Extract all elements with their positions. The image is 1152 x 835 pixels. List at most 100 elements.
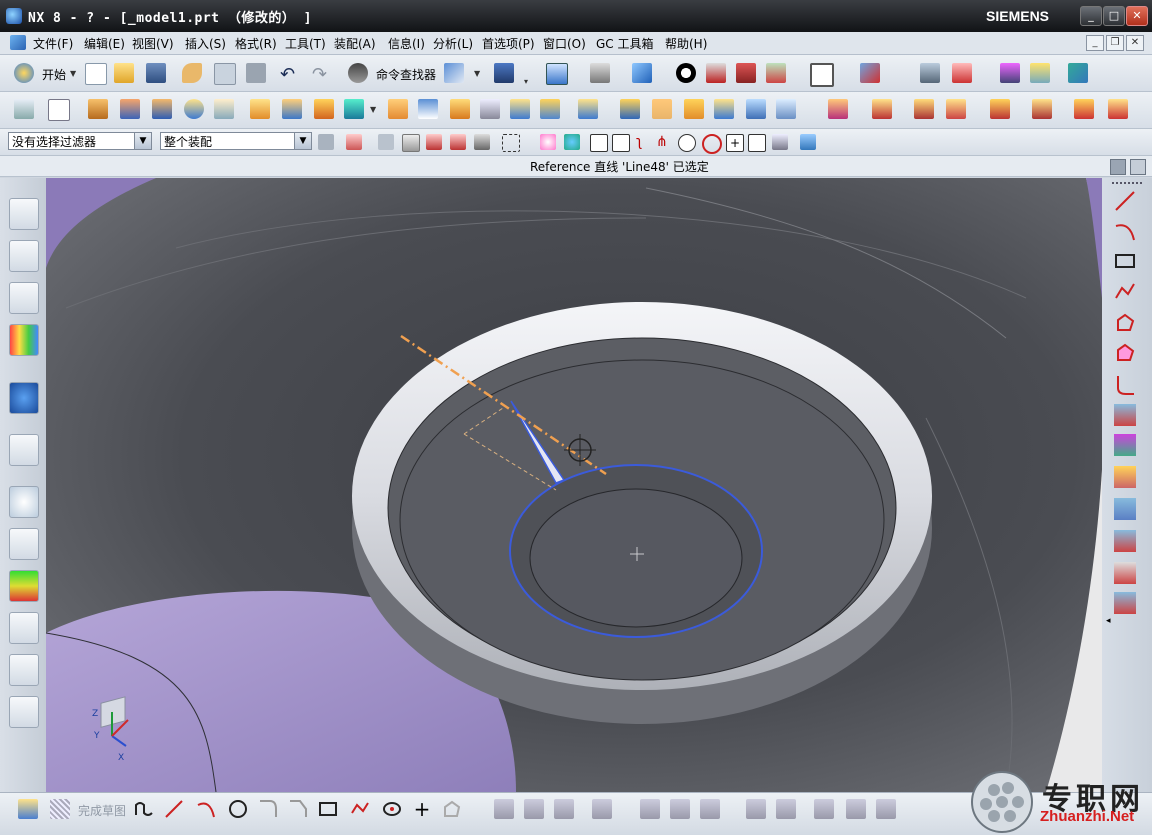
quick-pick-icon[interactable] — [474, 134, 490, 150]
offset-face-icon[interactable] — [578, 99, 598, 119]
filter-settings-icon[interactable] — [318, 134, 334, 150]
extend-curve-icon[interactable] — [1114, 530, 1136, 552]
binoculars-icon[interactable] — [348, 63, 368, 83]
redo-icon[interactable]: ↷ — [312, 64, 327, 85]
status-expand-icon[interactable] — [1130, 159, 1146, 175]
layer-cube-icon[interactable] — [766, 63, 786, 83]
sketch-task-icon[interactable] — [18, 799, 38, 819]
mirror-curve-icon[interactable] — [1114, 498, 1136, 520]
undo-icon[interactable]: ↶ — [280, 64, 295, 85]
menu-insert[interactable]: 插入(S) — [185, 35, 226, 52]
paste-icon[interactable] — [246, 63, 266, 83]
dropdown-arrow-icon[interactable]: ▼ — [474, 69, 480, 78]
command-finder-button[interactable]: 命令查找器 — [376, 66, 436, 83]
line-icon[interactable] — [164, 799, 184, 819]
point-on-curve-icon[interactable] — [748, 134, 766, 152]
show-hidden-icon[interactable] — [450, 134, 466, 150]
circle-icon[interactable] — [228, 799, 248, 819]
datum-plane-icon[interactable] — [48, 99, 70, 121]
toolbar-grip[interactable] — [1112, 182, 1142, 186]
wcs-icon[interactable] — [952, 63, 972, 83]
shell-icon[interactable] — [510, 99, 530, 119]
thicken-icon[interactable] — [776, 99, 796, 119]
hd3d-tools-icon[interactable] — [9, 382, 39, 414]
nx-logo-icon[interactable] — [6, 8, 22, 24]
curve-snap-icon[interactable]: ʅ — [636, 134, 652, 150]
system-scene-icon[interactable] — [9, 696, 39, 728]
menu-analysis[interactable]: 分析(L) — [433, 35, 473, 52]
copy-icon[interactable] — [214, 63, 236, 85]
process-studio-icon[interactable] — [9, 570, 39, 602]
plus-icon[interactable]: + — [412, 799, 432, 819]
profile-icon[interactable] — [134, 799, 154, 819]
save-icon[interactable] — [146, 63, 166, 83]
background-icon[interactable] — [676, 63, 696, 83]
display-mode-icon[interactable] — [860, 63, 880, 83]
draft-icon[interactable] — [540, 99, 560, 119]
angle-snap-icon[interactable]: ⋔ — [656, 134, 672, 150]
trim-curve-icon[interactable] — [1114, 466, 1136, 488]
status-toggle-icon[interactable] — [1110, 159, 1126, 175]
groove-icon[interactable] — [314, 99, 334, 119]
menu-assembly[interactable]: 装配(A) — [334, 35, 376, 52]
fillet-icon[interactable] — [1114, 374, 1136, 396]
extrude-icon[interactable] — [88, 99, 108, 119]
arc-icon[interactable] — [196, 799, 216, 819]
menu-tools[interactable]: 工具(T) — [285, 35, 326, 52]
app-menu-icon[interactable] — [10, 35, 26, 50]
menu-gc-toolbox[interactable]: GC 工具箱 — [596, 35, 654, 52]
reuse-library-icon[interactable] — [9, 324, 39, 356]
continuous-auto-dim-icon[interactable] — [876, 799, 896, 819]
motion-icon[interactable] — [1068, 63, 1088, 83]
start-icon[interactable] — [14, 63, 34, 83]
start-dropdown-icon[interactable]: ▼ — [70, 69, 76, 78]
feature-select-icon[interactable] — [346, 134, 362, 150]
fit-view-icon[interactable] — [546, 63, 568, 85]
chamfer-icon[interactable] — [288, 799, 308, 819]
midpoint-snap-icon[interactable] — [564, 134, 580, 150]
corner-icon[interactable] — [1114, 562, 1136, 584]
close-button[interactable]: ✕ — [1126, 6, 1148, 26]
unite-icon[interactable] — [344, 99, 364, 119]
point-icon[interactable] — [382, 799, 402, 819]
intersection-snap-icon[interactable] — [612, 134, 630, 152]
rectangle-icon[interactable] — [1114, 250, 1136, 272]
assembly-navigator-icon[interactable] — [9, 198, 39, 230]
control-point-snap-icon[interactable] — [590, 134, 608, 152]
offset-curve-icon[interactable] — [1114, 342, 1136, 364]
system-materials-icon[interactable] — [9, 528, 39, 560]
menu-format[interactable]: 格式(R) — [235, 35, 277, 52]
new-file-icon[interactable] — [85, 63, 107, 85]
offset-body-icon[interactable] — [1108, 99, 1128, 119]
constraints-icon[interactable] — [1114, 592, 1136, 614]
sketch-icon[interactable] — [14, 99, 34, 119]
bounded-plane-icon[interactable] — [746, 99, 766, 119]
assembly-nav-icon[interactable] — [920, 63, 940, 83]
studio-spline-icon[interactable] — [350, 799, 370, 819]
edge-blend-icon[interactable] — [450, 99, 470, 119]
menu-preferences[interactable]: 首选项(P) — [482, 35, 535, 52]
menu-window[interactable]: 窗口(O) — [543, 35, 586, 52]
point-on-face-icon[interactable] — [772, 134, 788, 150]
doc-close-button[interactable]: ✕ — [1126, 35, 1144, 51]
menu-help[interactable]: 帮助(H) — [665, 35, 707, 52]
arc-center-snap-icon[interactable] — [678, 134, 696, 152]
dimension-icon[interactable] — [670, 799, 690, 819]
polygon-icon[interactable] — [1114, 312, 1136, 334]
dropdown-arrow-icon[interactable]: ▼ — [370, 105, 376, 114]
selection-scope-select[interactable]: 整个装配 ▼ — [160, 132, 312, 150]
move-face-icon[interactable] — [620, 99, 640, 119]
highlight-icon[interactable] — [426, 134, 442, 150]
constraint-icon[interactable] — [592, 799, 612, 819]
fillet-icon[interactable] — [258, 799, 278, 819]
measure-icon[interactable] — [1030, 63, 1050, 83]
toolbar-overflow-icon[interactable]: ▾ — [524, 77, 528, 86]
intersection-curve-icon[interactable] — [1114, 434, 1136, 456]
alternate-solution-icon[interactable] — [776, 799, 796, 819]
quadrant-snap-icon[interactable] — [702, 134, 722, 154]
cut-icon[interactable] — [182, 63, 202, 83]
menu-information[interactable]: 信息(I) — [388, 35, 425, 52]
window-frame-icon[interactable] — [810, 63, 834, 87]
show-constraints-icon[interactable] — [700, 799, 720, 819]
swept-icon[interactable] — [684, 99, 704, 119]
